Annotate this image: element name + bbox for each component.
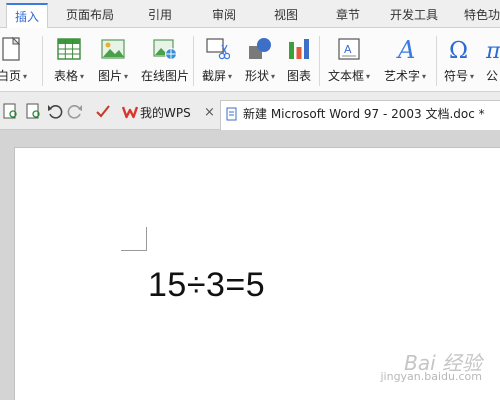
picture-icon — [101, 39, 125, 59]
tab-insert[interactable]: 插入 — [6, 3, 48, 28]
tab-my-wps-label: 我的WPS — [140, 106, 191, 120]
tab-page-layout[interactable]: 页面布局 — [58, 3, 122, 28]
chevron-down-icon: ▾ — [422, 72, 427, 81]
close-icon[interactable]: × — [204, 100, 215, 126]
chart-label: 图表 — [286, 69, 311, 83]
online-picture-label: 在线图片 — [140, 69, 189, 83]
undo-icon[interactable] — [46, 102, 64, 120]
ribbon-panel: 白页 ▾ 表格 ▾ 图片 ▾ 在线图片 截屏 ▾ 形状 ▾ 图表 A 文本框 ▾… — [0, 28, 500, 92]
textbox-icon: A — [338, 38, 360, 60]
symbol-icon: Ω — [449, 38, 468, 62]
print-preview-icon[interactable] — [2, 102, 20, 120]
screenshot-button[interactable]: 截屏 ▾ — [197, 34, 237, 88]
watermark-url: jingyan.baidu.com — [380, 370, 482, 383]
tab-developer-tools[interactable]: 开发工具 — [386, 3, 442, 28]
picture-label: 图片 — [97, 69, 122, 83]
quick-access-toolbar: 我的WPS × 新建 Microsoft Word 97 - 2003 文档.d… — [0, 92, 500, 130]
table-label: 表格 — [53, 69, 78, 83]
wordart-button[interactable]: A 艺术字 ▾ — [380, 34, 430, 88]
document-text[interactable]: 15÷3=5 — [148, 266, 265, 305]
tab-view[interactable]: 视图 — [266, 3, 306, 28]
screenshot-label: 截屏 — [201, 69, 226, 83]
chevron-down-icon: ▾ — [366, 72, 371, 81]
textbox-label: 文本框 — [327, 69, 364, 83]
table-icon — [57, 38, 81, 60]
shapes-button[interactable]: 形状 ▾ — [240, 34, 280, 88]
chevron-down-icon: ▾ — [228, 72, 233, 81]
chevron-down-icon: ▾ — [23, 72, 28, 81]
tab-special-features[interactable]: 特色功 — [458, 3, 500, 28]
svg-text:A: A — [396, 36, 415, 62]
online-picture-button[interactable]: 在线图片 — [138, 34, 192, 88]
tab-document[interactable]: 新建 Microsoft Word 97 - 2003 文档.doc * — [220, 100, 500, 130]
chevron-down-icon: ▾ — [470, 72, 475, 81]
blank-page-button[interactable]: 白页 ▾ — [0, 34, 32, 88]
blank-page-icon — [2, 36, 21, 61]
customize-toolbar-icon[interactable] — [94, 102, 112, 120]
textbox-button[interactable]: A 文本框 ▾ — [325, 34, 373, 88]
blank-page-label: 白页 — [0, 69, 21, 83]
separator — [436, 36, 437, 86]
tab-review[interactable]: 审阅 — [204, 3, 244, 28]
picture-button[interactable]: 图片 ▾ — [93, 34, 133, 88]
svg-text:A: A — [344, 43, 352, 56]
tab-chapter[interactable]: 章节 — [328, 3, 368, 28]
online-picture-icon — [153, 39, 177, 60]
formula-icon: π — [485, 39, 500, 62]
chevron-down-icon: ▾ — [124, 72, 129, 81]
shapes-icon — [249, 38, 271, 59]
chevron-down-icon: ▾ — [80, 72, 85, 81]
ribbon-tab-bar: 插入 页面布局 引用 审阅 视图 章节 开发工具 特色功 — [0, 0, 500, 28]
formula-label: 公 — [486, 69, 499, 83]
print-icon[interactable] — [24, 102, 42, 120]
wordart-label: 艺术字 — [383, 69, 420, 83]
symbol-button[interactable]: Ω 符号 ▾ — [441, 34, 477, 88]
tab-references[interactable]: 引用 — [140, 3, 180, 28]
separator — [319, 36, 320, 86]
margin-corner-mark — [121, 227, 147, 251]
tab-my-wps[interactable]: 我的WPS × — [118, 100, 220, 130]
wps-logo-icon — [122, 106, 138, 119]
chart-button[interactable]: 图表 — [284, 34, 314, 88]
screenshot-icon — [206, 38, 230, 60]
formula-button[interactable]: π 公 — [480, 34, 500, 88]
separator — [42, 36, 43, 86]
shapes-label: 形状 — [244, 69, 269, 83]
redo-icon[interactable] — [66, 102, 84, 120]
wordart-icon: A — [396, 36, 415, 62]
svg-text:Ω: Ω — [449, 38, 468, 62]
table-button[interactable]: 表格 ▾ — [49, 34, 89, 88]
chart-icon — [289, 39, 309, 59]
document-icon — [226, 107, 237, 121]
separator — [193, 36, 194, 86]
svg-text:π: π — [485, 39, 500, 62]
chevron-down-icon: ▾ — [271, 72, 276, 81]
watermark-brand: Bai 经验 — [404, 351, 482, 375]
watermark: Bai 经验 jingyan.baidu.com — [380, 351, 482, 384]
tab-document-label: 新建 Microsoft Word 97 - 2003 文档.doc * — [243, 107, 485, 121]
symbol-label: 符号 — [443, 69, 468, 83]
